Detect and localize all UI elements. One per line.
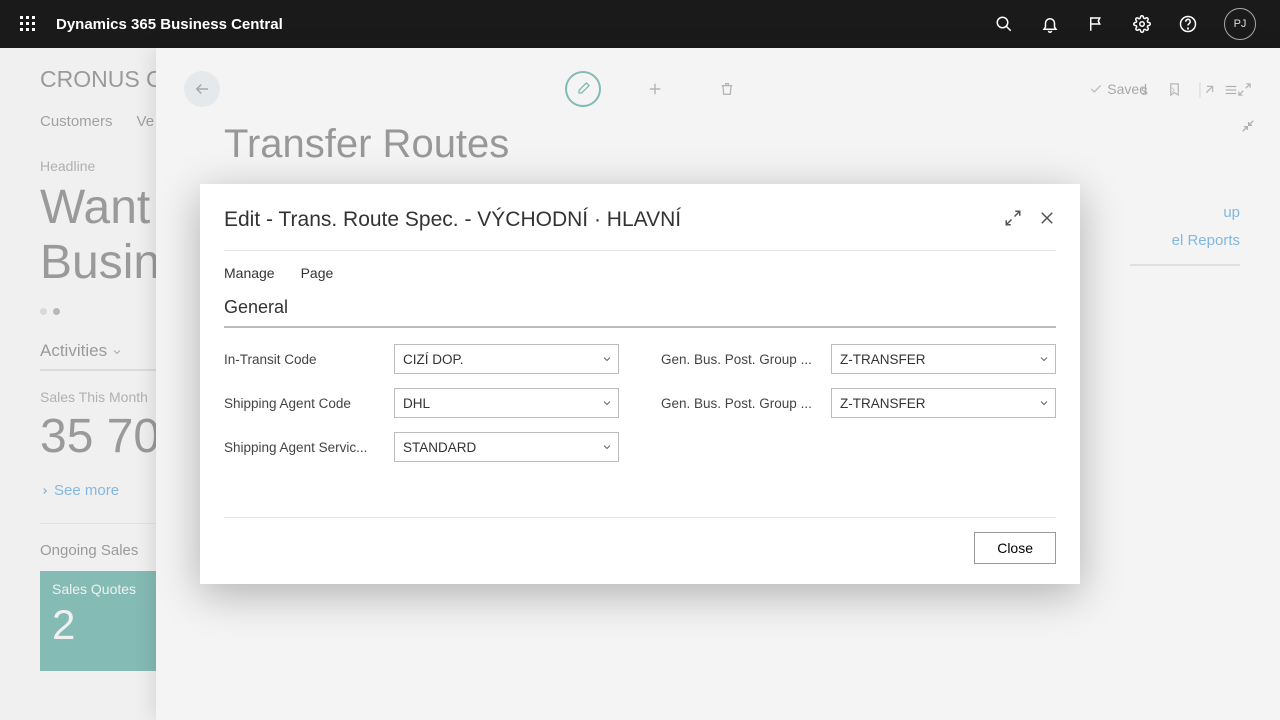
- nav-fragment: s: [1141, 82, 1148, 98]
- label-ship-service: Shipping Agent Servic...: [224, 440, 394, 455]
- tile-title: Sales Quotes: [52, 581, 148, 597]
- label-gbpg-receive: Gen. Bus. Post. Group ...: [661, 396, 831, 411]
- link-fragment-reports[interactable]: el Reports: [1172, 232, 1240, 249]
- gear-icon[interactable]: [1132, 14, 1152, 34]
- flag-icon[interactable]: [1086, 14, 1106, 34]
- delete-button[interactable]: [709, 71, 745, 107]
- action-manage[interactable]: Manage: [224, 265, 275, 281]
- input-ship-service[interactable]: [394, 432, 619, 462]
- edit-trans-route-dialog: Edit - Trans. Route Spec. - VÝCHODNÍ · H…: [200, 184, 1080, 584]
- label-in-transit: In-Transit Code: [224, 352, 394, 367]
- hamburger-icon[interactable]: [1222, 83, 1240, 97]
- topbar: Dynamics 365 Business Central PJ: [0, 0, 1280, 48]
- close-button[interactable]: Close: [974, 532, 1056, 564]
- dialog-section-general: General: [224, 297, 1056, 328]
- chevron-right-icon[interactable]: [1168, 83, 1178, 97]
- input-ship-agent[interactable]: [394, 388, 619, 418]
- input-gbpg-receive[interactable]: [831, 388, 1056, 418]
- chevron-right-icon: [40, 484, 50, 498]
- close-icon[interactable]: [1038, 209, 1056, 232]
- brand-title: Dynamics 365 Business Central: [56, 16, 283, 33]
- collapse-factbox-icon[interactable]: [1240, 118, 1256, 139]
- card-toolbar: Saved: [156, 48, 1280, 112]
- topbar-icons: PJ: [994, 8, 1256, 40]
- card-title: Transfer Routes: [156, 112, 1280, 167]
- tile-value: 2: [52, 601, 148, 649]
- sales-quotes-tile[interactable]: Sales Quotes 2: [40, 571, 160, 671]
- check-icon: [1089, 82, 1103, 96]
- nav-customers[interactable]: Customers: [40, 113, 113, 130]
- app-launcher-icon[interactable]: [12, 8, 44, 40]
- search-icon[interactable]: [994, 14, 1014, 34]
- avatar[interactable]: PJ: [1224, 8, 1256, 40]
- help-icon[interactable]: [1178, 14, 1198, 34]
- new-button[interactable]: [637, 71, 673, 107]
- maximize-icon[interactable]: [1004, 209, 1022, 232]
- input-in-transit[interactable]: [394, 344, 619, 374]
- back-button[interactable]: [184, 71, 220, 107]
- dialog-actions: Manage Page: [224, 251, 1056, 293]
- edit-button[interactable]: [565, 71, 601, 107]
- link-fragment-up[interactable]: up: [1223, 204, 1240, 221]
- dialog-title: Edit - Trans. Route Spec. - VÝCHODNÍ · H…: [224, 208, 1004, 232]
- input-gbpg-ship[interactable]: [831, 344, 1056, 374]
- nav-vendors[interactable]: Ve: [137, 113, 155, 130]
- chevron-down-icon: [111, 346, 123, 358]
- bell-icon[interactable]: [1040, 14, 1060, 34]
- action-page[interactable]: Page: [301, 265, 334, 281]
- label-gbpg-ship: Gen. Bus. Post. Group ...: [661, 352, 831, 367]
- saved-status: Saved: [1089, 81, 1147, 97]
- label-ship-agent: Shipping Agent Code: [224, 396, 394, 411]
